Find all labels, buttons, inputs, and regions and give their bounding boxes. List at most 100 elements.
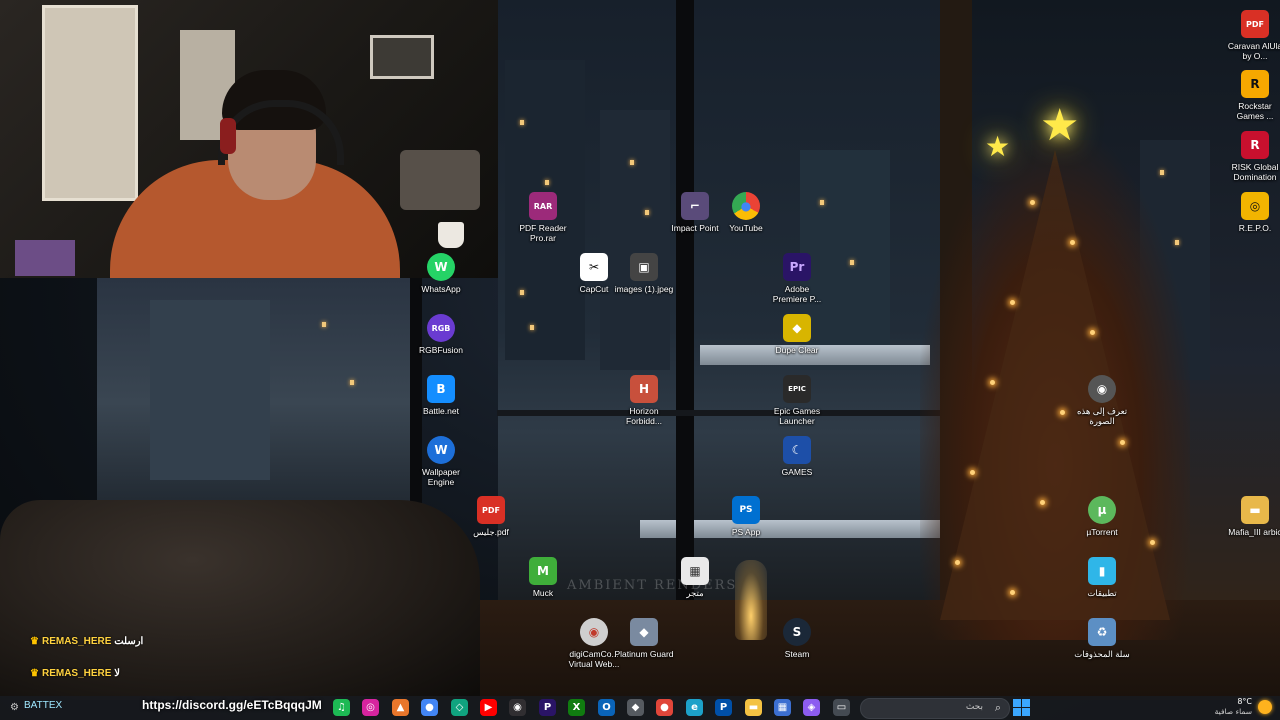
- star-icon: ★: [985, 130, 1011, 163]
- desktop-icon-caravan[interactable]: PDF Caravan AlUla by O...: [1225, 10, 1280, 61]
- webcam-door: [42, 5, 138, 201]
- desktop-icon-wallpaper-engine[interactable]: W Wallpaper Engine: [411, 436, 471, 487]
- icon-label: WhatsApp: [421, 284, 461, 294]
- window-frame: [676, 0, 694, 600]
- rockstar-icon: R: [1241, 70, 1269, 98]
- desktop-icon-recycle-bin[interactable]: ♻ سلة المحذوفات: [1072, 618, 1132, 659]
- desktop-icon-pdf-file[interactable]: PDF جليس.pdf: [461, 496, 521, 537]
- desktop-icon-apps-folder[interactable]: ▮ تطبيقات: [1072, 557, 1132, 598]
- copilot-icon[interactable]: ◈: [803, 699, 820, 716]
- desktop-icon-mafia-folder[interactable]: ▬ Mafia_III arbic: [1225, 496, 1280, 537]
- discord-link[interactable]: https://discord.gg/eETcBqqqJM: [142, 698, 322, 712]
- desktop-icon-premiere[interactable]: Pr Adobe Premiere P...: [767, 253, 827, 304]
- search-box[interactable]: بحث ⌕: [860, 698, 1010, 719]
- tree-light: [1120, 440, 1125, 445]
- impact-point-icon: ⌐: [681, 192, 709, 220]
- desktop-icon-ps-app[interactable]: PS PS App: [716, 496, 776, 537]
- webcam-cup: [438, 222, 464, 248]
- chrome-icon[interactable]: ●: [421, 699, 438, 716]
- desktop-icon-store[interactable]: ▦ متجر: [665, 557, 725, 598]
- vpn-icon[interactable]: ▲: [392, 699, 409, 716]
- christmas-tree: [920, 140, 1190, 640]
- desktop-icon-risk[interactable]: R RISK Global Domination: [1225, 131, 1280, 182]
- icon-label: Wallpaper Engine: [422, 467, 460, 487]
- icon-label: RGBFusion: [419, 345, 463, 355]
- webcam-object: [15, 240, 75, 276]
- playstation-icon[interactable]: P: [715, 699, 732, 716]
- edge-icon[interactable]: e: [686, 699, 703, 716]
- store-icon[interactable]: ▦: [774, 699, 791, 716]
- obs-icon[interactable]: ◉: [509, 699, 526, 716]
- desktop-icon-image-file[interactable]: ▣ images (1).jpeg: [614, 253, 674, 294]
- desktop-icon-rgbfusion[interactable]: RGB RGBFusion: [411, 314, 471, 355]
- desktop-icon-platinum-guard[interactable]: ◆ Platinum Guard: [614, 618, 674, 659]
- icon-label: Battle.net: [423, 406, 459, 416]
- tree-light: [1010, 300, 1015, 305]
- utorrent-icon: µ: [1088, 496, 1116, 524]
- folder-icon[interactable]: ▬: [745, 699, 762, 716]
- chat-text: لا: [114, 668, 120, 679]
- desktop-icon-youtube[interactable]: ● YouTube: [716, 192, 776, 233]
- desktop-icon-games[interactable]: ☾ GAMES: [767, 436, 827, 477]
- instagram-icon[interactable]: ◎: [362, 699, 379, 716]
- xbox-icon[interactable]: X: [568, 699, 585, 716]
- icon-label: PS App: [731, 527, 761, 537]
- tree-light: [1150, 540, 1155, 545]
- youtube-icon[interactable]: ▶: [480, 699, 497, 716]
- winrar-icon: RAR: [529, 192, 557, 220]
- desktop-icon-whatsapp[interactable]: W WhatsApp: [411, 253, 471, 294]
- folder-icon: ▬: [1241, 496, 1269, 524]
- tree-light: [1060, 410, 1065, 415]
- window-light: [850, 260, 854, 265]
- start-button[interactable]: [1013, 699, 1030, 716]
- icon-label: PDF Reader Pro.rar: [519, 223, 567, 243]
- search-icon: ⌕: [994, 701, 1001, 714]
- steam-icon: S: [783, 618, 811, 646]
- icon-label: Steam: [784, 649, 810, 659]
- webcam-app-icon: ◉: [580, 618, 608, 646]
- icon-label: GAMES: [781, 467, 813, 477]
- openai-icon[interactable]: ◇: [451, 699, 468, 716]
- rgbfusion-icon: RGB: [427, 314, 455, 342]
- windows-logo-icon: [1013, 699, 1021, 707]
- window-icon[interactable]: ▭: [833, 699, 850, 716]
- desktop-icon-dupe-clear[interactable]: ◆ Dupe Clear: [767, 314, 827, 355]
- desktop-icon-muck[interactable]: M Muck: [513, 557, 573, 598]
- chat-username: REMAS_HERE: [41, 668, 112, 679]
- premiere-icon[interactable]: P: [539, 699, 556, 716]
- icon-label: تعرف إلى هذه الصورة: [1076, 406, 1128, 426]
- camera-lens-icon: ◉: [1088, 375, 1116, 403]
- desktop-icon-battlenet[interactable]: B Battle.net: [411, 375, 471, 416]
- tree-light: [955, 560, 960, 565]
- spotify-icon[interactable]: ♫: [333, 699, 350, 716]
- icon-label: YouTube: [729, 223, 763, 233]
- desktop-icon-repo[interactable]: ◎ R.E.P.O.: [1225, 192, 1280, 233]
- crown-icon: ♛: [30, 668, 39, 679]
- settings-gear-icon[interactable]: ⚙: [6, 699, 23, 716]
- capcut-icon: ✂: [580, 253, 608, 281]
- icon-label: Caravan AlUla by O...: [1227, 41, 1280, 61]
- desktop-icon-learn-image[interactable]: ◉ تعرف إلى هذه الصورة: [1072, 375, 1132, 426]
- battlenet-icon: B: [427, 375, 455, 403]
- desktop-icon-epic[interactable]: EPIC Epic Games Launcher: [767, 375, 827, 426]
- icon-label: RISK Global Domination: [1231, 162, 1279, 182]
- desktop-icon-steam[interactable]: S Steam: [767, 618, 827, 659]
- desktop-icon-pdf-reader[interactable]: RAR PDF Reader Pro.rar: [513, 192, 573, 243]
- risk-game-icon: R: [1241, 131, 1269, 159]
- pdf-icon: PDF: [477, 496, 505, 524]
- cube-icon[interactable]: ◆: [627, 699, 644, 716]
- desktop-icon-horizon[interactable]: H Horizon Forbidd...: [614, 375, 674, 426]
- tree-light: [970, 470, 975, 475]
- record-icon[interactable]: ●: [656, 699, 673, 716]
- premiere-pro-icon: Pr: [783, 253, 811, 281]
- icon-label: µTorrent: [1086, 527, 1118, 537]
- building: [150, 300, 270, 480]
- building: [600, 110, 670, 370]
- weather-widget[interactable]: 8°C سماء صافية: [1200, 697, 1252, 717]
- repo-game-icon: ◎: [1241, 192, 1269, 220]
- window-light: [322, 322, 326, 327]
- desktop-icon-utorrent[interactable]: µ µTorrent: [1072, 496, 1132, 537]
- icon-label: متجر: [686, 588, 704, 598]
- desktop-icon-rockstar[interactable]: R Rockstar Games ...: [1225, 70, 1280, 121]
- outlook-icon[interactable]: O: [598, 699, 615, 716]
